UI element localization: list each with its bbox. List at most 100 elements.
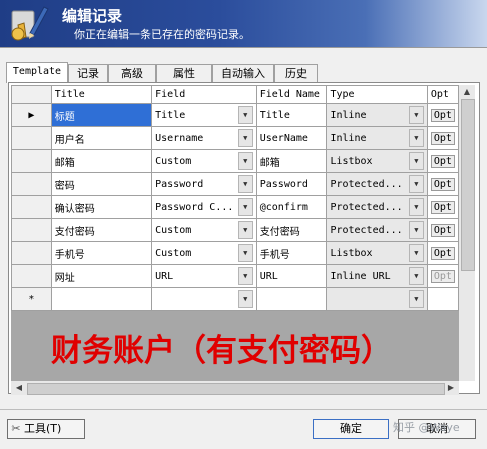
options-button[interactable]: Opt: [430, 246, 455, 260]
col-header-field[interactable]: Field: [151, 85, 257, 104]
chevron-down-icon[interactable]: ▼: [408, 221, 424, 239]
chevron-down-icon[interactable]: ▼: [408, 129, 424, 147]
new-row[interactable]: * ▼ ▼: [11, 287, 459, 311]
chevron-down-icon[interactable]: ▼: [237, 175, 253, 193]
chevron-down-icon[interactable]: ▼: [408, 244, 424, 262]
cell-field-name[interactable]: 手机号: [255, 241, 328, 265]
cell-field-name[interactable]: @confirm: [255, 195, 328, 219]
options-button[interactable]: Opt: [430, 108, 455, 122]
options-button[interactable]: Opt: [430, 269, 455, 283]
tab-autotype[interactable]: 自动输入: [212, 64, 274, 82]
cell-field[interactable]: URL ▼: [151, 264, 257, 288]
chevron-down-icon[interactable]: ▼: [237, 267, 253, 285]
cell-title[interactable]: 确认密码: [50, 195, 153, 219]
cell-opt[interactable]: [426, 287, 459, 311]
scroll-left-icon[interactable]: ◀: [11, 381, 27, 395]
cell-type[interactable]: Protected... ▼: [326, 172, 428, 196]
table-row[interactable]: 邮箱 Custom ▼ 邮箱 Listbox ▼ Opt: [11, 149, 459, 173]
chevron-down-icon[interactable]: ▼: [237, 244, 253, 262]
options-button[interactable]: Opt: [430, 223, 455, 237]
vertical-scroll-thumb[interactable]: [461, 99, 475, 271]
chevron-down-icon[interactable]: ▼: [408, 267, 424, 285]
chevron-down-icon[interactable]: ▼: [237, 129, 253, 147]
ok-button[interactable]: 确定: [313, 419, 389, 439]
cell-title[interactable]: [50, 287, 153, 311]
cell-title[interactable]: 密码: [50, 172, 153, 196]
cell-type[interactable]: Listbox ▼: [326, 149, 428, 173]
cell-type[interactable]: ▼: [326, 287, 428, 311]
chevron-down-icon[interactable]: ▼: [237, 198, 253, 216]
options-button[interactable]: Opt: [430, 177, 455, 191]
table-row[interactable]: 支付密码 Custom ▼ 支付密码 Protected... ▼ Opt: [11, 218, 459, 242]
tab-history[interactable]: 历史: [274, 64, 318, 82]
chevron-down-icon[interactable]: ▼: [408, 106, 424, 124]
cell-field[interactable]: Custom ▼: [151, 241, 257, 265]
chevron-down-icon[interactable]: ▼: [237, 221, 253, 239]
cell-opt[interactable]: Opt: [426, 195, 459, 219]
cell-type[interactable]: Protected... ▼: [326, 218, 428, 242]
tab-template[interactable]: Template: [6, 62, 68, 83]
cell-field-name[interactable]: URL: [255, 264, 328, 288]
chevron-down-icon[interactable]: ▼: [408, 198, 424, 216]
tab-advanced[interactable]: 高级: [108, 64, 156, 82]
table-row[interactable]: 密码 Password ▼ Password Protected... ▼ Opt: [11, 172, 459, 196]
chevron-down-icon[interactable]: ▼: [237, 106, 253, 124]
vertical-scrollbar[interactable]: ▲: [459, 85, 475, 381]
cell-field[interactable]: ▼: [151, 287, 257, 311]
cell-opt[interactable]: Opt: [426, 126, 459, 150]
table-row[interactable]: 手机号 Custom ▼ 手机号 Listbox ▼ Opt: [11, 241, 459, 265]
table-row[interactable]: 网址 URL ▼ URL Inline URL ▼ Opt: [11, 264, 459, 288]
cell-field-name[interactable]: 邮箱: [255, 149, 328, 173]
cell-field[interactable]: Title ▼: [151, 103, 257, 127]
options-button[interactable]: Opt: [430, 154, 455, 168]
cell-type[interactable]: Inline ▼: [326, 103, 428, 127]
options-button[interactable]: Opt: [430, 200, 455, 214]
cell-field[interactable]: Password ▼: [151, 172, 257, 196]
chevron-down-icon[interactable]: ▼: [237, 152, 253, 170]
col-header-opt[interactable]: Opt: [426, 85, 459, 104]
chevron-down-icon[interactable]: ▼: [237, 290, 253, 308]
cell-opt[interactable]: Opt: [426, 218, 459, 242]
cell-field-name[interactable]: [255, 287, 328, 311]
col-header-title[interactable]: Title: [50, 85, 153, 104]
cell-type[interactable]: Listbox ▼: [326, 241, 428, 265]
cell-opt[interactable]: Opt: [426, 172, 459, 196]
cell-field[interactable]: Custom ▼: [151, 218, 257, 242]
chevron-down-icon[interactable]: ▼: [408, 290, 424, 308]
horizontal-scrollbar[interactable]: ◀ ▶: [11, 381, 459, 395]
cell-type[interactable]: Inline URL ▼: [326, 264, 428, 288]
table-row[interactable]: ▶ 标题 Title ▼ Title Inline ▼ Opt: [11, 103, 459, 127]
col-header-field-name[interactable]: Field Name: [255, 85, 328, 104]
chevron-down-icon[interactable]: ▼: [408, 175, 424, 193]
cell-field-name[interactable]: Title: [255, 103, 328, 127]
cell-field[interactable]: Username ▼: [151, 126, 257, 150]
chevron-down-icon[interactable]: ▼: [408, 152, 424, 170]
horizontal-scroll-thumb[interactable]: [27, 383, 445, 395]
cell-field[interactable]: Custom ▼: [151, 149, 257, 173]
cell-opt[interactable]: Opt: [426, 103, 459, 127]
tab-properties[interactable]: 属性: [156, 64, 212, 82]
table-row[interactable]: 用户名 Username ▼ UserName Inline ▼ Opt: [11, 126, 459, 150]
cell-title[interactable]: 用户名: [50, 126, 153, 150]
tab-record[interactable]: 记录: [68, 64, 108, 82]
cell-field-name[interactable]: Password: [255, 172, 328, 196]
table-row[interactable]: 确认密码 Password C... ▼ @confirm Protected..…: [11, 195, 459, 219]
cell-type[interactable]: Protected... ▼: [326, 195, 428, 219]
cell-title[interactable]: 支付密码: [50, 218, 153, 242]
cell-type[interactable]: Inline ▼: [326, 126, 428, 150]
cell-title[interactable]: 标题: [50, 103, 153, 127]
cell-opt[interactable]: Opt: [426, 264, 459, 288]
cell-opt[interactable]: Opt: [426, 149, 459, 173]
cell-title[interactable]: 邮箱: [50, 149, 153, 173]
cell-title[interactable]: 手机号: [50, 241, 153, 265]
cell-opt[interactable]: Opt: [426, 241, 459, 265]
cell-field-name[interactable]: UserName: [255, 126, 328, 150]
tools-button[interactable]: ✂ 工具(T): [7, 419, 85, 439]
scroll-up-icon[interactable]: ▲: [459, 85, 475, 99]
cell-field[interactable]: Password C... ▼: [151, 195, 257, 219]
cell-field-name[interactable]: 支付密码: [255, 218, 328, 242]
scroll-right-icon[interactable]: ▶: [443, 381, 459, 395]
cell-title[interactable]: 网址: [50, 264, 153, 288]
options-button[interactable]: Opt: [430, 131, 455, 145]
col-header-type[interactable]: Type: [326, 85, 428, 104]
